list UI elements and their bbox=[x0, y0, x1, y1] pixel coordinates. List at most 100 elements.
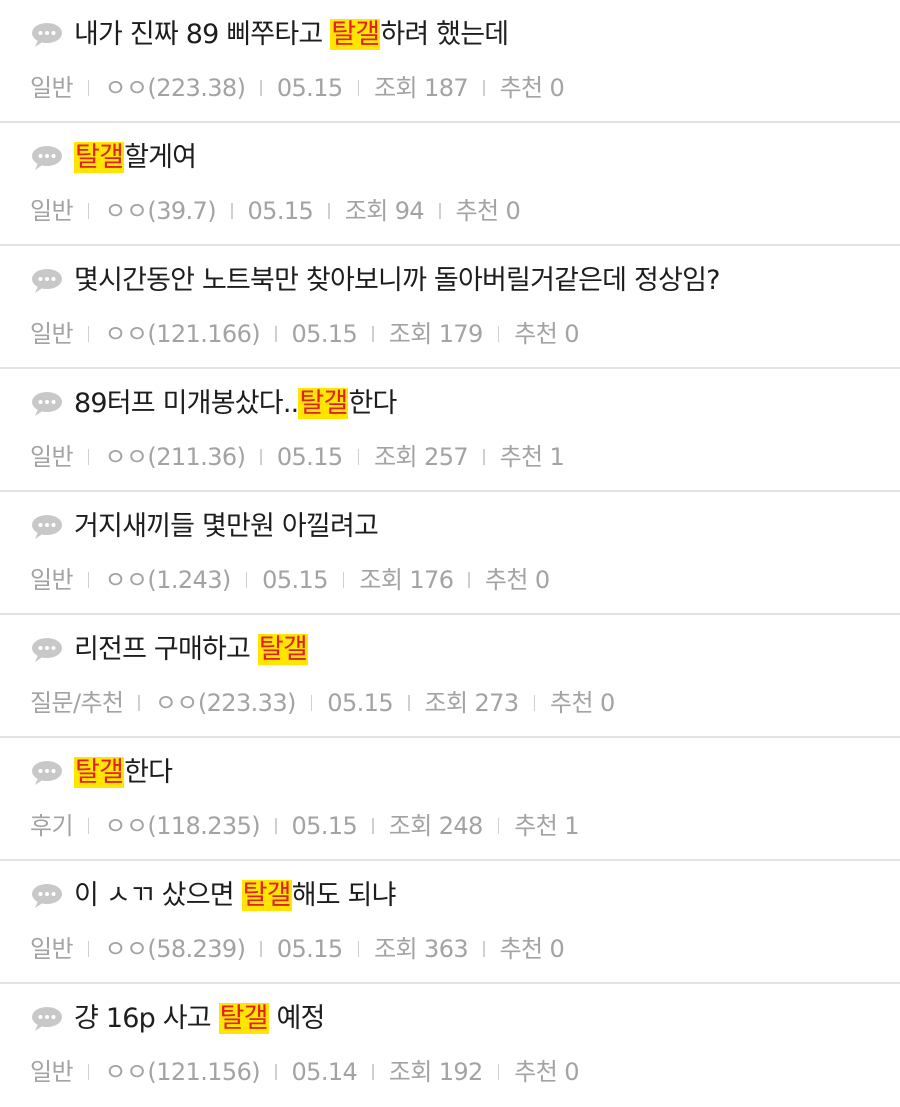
post-meta: 일반 ㅇㅇ(223.38) 05.15 조회 187 추천 0 bbox=[30, 72, 565, 104]
post-title-text: 하려 했는데 bbox=[380, 19, 509, 50]
post-title-row[interactable]: 내가 진짜 89 삐쭈타고 탈갤하려 했는데 bbox=[30, 17, 509, 53]
meta-divider bbox=[87, 203, 90, 219]
post-recommend: 추천 1 bbox=[499, 443, 565, 471]
speech-bubble-icon bbox=[32, 392, 62, 416]
highlight-keyword: 탈갤 bbox=[298, 388, 349, 419]
meta-divider bbox=[497, 1064, 500, 1080]
post-author[interactable]: ㅇㅇ(223.38) bbox=[104, 72, 245, 104]
meta-divider bbox=[372, 1064, 374, 1080]
meta-divider bbox=[439, 203, 441, 219]
meta-divider bbox=[357, 941, 360, 957]
post-author[interactable]: ㅇㅇ(118.235) bbox=[104, 810, 260, 842]
post-list-item[interactable]: 거지새끼들 몇만원 아낄려고 일반 ㅇㅇ(1.243) 05.15 조회 176… bbox=[0, 492, 900, 615]
post-recommend: 추천 0 bbox=[484, 566, 550, 594]
post-category: 후기 bbox=[30, 812, 74, 840]
post-title-row[interactable]: 이 ㅅㄲ 샀으면 탈갤해도 되냐 bbox=[30, 878, 396, 914]
post-list-item[interactable]: 탈갤한다 후기 ㅇㅇ(118.235) 05.15 조회 248 추천 1 bbox=[0, 738, 900, 861]
highlight-keyword: 탈갤 bbox=[74, 142, 125, 173]
post-date: 05.15 bbox=[276, 443, 343, 471]
meta-divider bbox=[372, 818, 374, 834]
post-author[interactable]: ㅇㅇ(121.166) bbox=[104, 318, 260, 350]
post-title-row[interactable]: 리전프 구매하고 탈갤 bbox=[30, 632, 308, 668]
post-category: 일반 bbox=[30, 935, 74, 963]
meta-divider bbox=[138, 695, 140, 711]
meta-divider bbox=[87, 941, 90, 957]
post-author[interactable]: ㅇㅇ(1.243) bbox=[104, 564, 231, 596]
post-date: 05.15 bbox=[276, 74, 343, 102]
post-author[interactable]: ㅇㅇ(39.7) bbox=[104, 195, 216, 227]
speech-bubble-icon bbox=[32, 146, 62, 170]
post-title-row[interactable]: 거지새끼들 몇만원 아낄려고 bbox=[30, 509, 379, 545]
post-title-row[interactable]: 탈갤할게여 bbox=[30, 140, 197, 176]
post-list-item[interactable]: 몇시간동안 노트북만 찾아보니까 돌아버릴거같은데 정상임? 일반 ㅇㅇ(121… bbox=[0, 246, 900, 369]
meta-divider bbox=[483, 941, 485, 957]
meta-divider bbox=[310, 695, 313, 711]
post-title[interactable]: 이 ㅅㄲ 샀으면 탈갤해도 되냐 bbox=[74, 878, 396, 914]
meta-divider bbox=[357, 449, 360, 465]
post-list-item[interactable]: 이 ㅅㄲ 샀으면 탈갤해도 되냐 일반 ㅇㅇ(58.239) 05.15 조회 … bbox=[0, 861, 900, 984]
post-title-text: 몇시간동안 노트북만 찾아보니까 돌아버릴거같은데 정상임? bbox=[74, 265, 720, 296]
post-title[interactable]: 몇시간동안 노트북만 찾아보니까 돌아버릴거같은데 정상임? bbox=[74, 263, 720, 299]
post-author[interactable]: ㅇㅇ(223.33) bbox=[155, 687, 296, 719]
meta-divider bbox=[483, 449, 485, 465]
meta-divider bbox=[483, 80, 485, 96]
post-list-item[interactable]: 리전프 구매하고 탈갤 질문/추천 ㅇㅇ(223.33) 05.15 조회 27… bbox=[0, 615, 900, 738]
post-views: 조회 192 bbox=[388, 1058, 484, 1086]
meta-divider bbox=[260, 449, 262, 465]
highlight-keyword: 탈갤 bbox=[218, 1003, 269, 1034]
post-title[interactable]: 탈갤한다 bbox=[74, 755, 173, 791]
meta-divider bbox=[245, 572, 248, 588]
post-date: 05.15 bbox=[291, 812, 358, 840]
post-title-text: 이 ㅅㄲ 샀으면 bbox=[74, 880, 242, 911]
meta-divider bbox=[87, 80, 90, 96]
post-list-item[interactable]: 내가 진짜 89 삐쭈타고 탈갤하려 했는데 일반 ㅇㅇ(223.38) 05.… bbox=[0, 0, 900, 123]
post-recommend: 추천 0 bbox=[499, 935, 565, 963]
post-title-text: 할게여 bbox=[124, 142, 197, 173]
post-title[interactable]: 리전프 구매하고 탈갤 bbox=[74, 632, 308, 668]
meta-divider bbox=[275, 818, 277, 834]
post-date: 05.15 bbox=[327, 689, 393, 717]
post-category: 일반 bbox=[30, 197, 74, 225]
meta-divider bbox=[87, 449, 90, 465]
post-title[interactable]: 내가 진짜 89 삐쭈타고 탈갤하려 했는데 bbox=[74, 17, 509, 53]
post-author[interactable]: ㅇㅇ(121.156) bbox=[104, 1056, 260, 1088]
post-meta: 일반 ㅇㅇ(121.156) 05.14 조회 192 추천 0 bbox=[30, 1056, 580, 1088]
speech-bubble-icon bbox=[32, 638, 62, 662]
meta-divider bbox=[87, 818, 90, 834]
post-recommend: 추천 0 bbox=[514, 1058, 579, 1086]
post-date: 05.15 bbox=[276, 935, 343, 963]
post-recommend: 추천 0 bbox=[550, 689, 615, 717]
meta-divider bbox=[231, 203, 233, 219]
post-recommend: 추천 0 bbox=[514, 320, 579, 348]
meta-divider bbox=[260, 941, 262, 957]
post-title[interactable]: 걍 16p 사고 탈갤 예정 bbox=[74, 1001, 325, 1037]
post-recommend: 추천 1 bbox=[514, 812, 579, 840]
meta-divider bbox=[408, 695, 410, 711]
post-date: 05.15 bbox=[291, 320, 358, 348]
meta-divider bbox=[468, 572, 470, 588]
post-meta: 질문/추천 ㅇㅇ(223.33) 05.15 조회 273 추천 0 bbox=[30, 687, 615, 719]
post-list-item[interactable]: 89터프 미개봉샀다..탈갤한다 일반 ㅇㅇ(211.36) 05.15 조회 … bbox=[0, 369, 900, 492]
post-list-item[interactable]: 걍 16p 사고 탈갤 예정 일반 ㅇㅇ(121.156) 05.14 조회 1… bbox=[0, 984, 900, 1107]
post-list-item[interactable]: 탈갤할게여 일반 ㅇㅇ(39.7) 05.15 조회 94 추천 0 bbox=[0, 123, 900, 246]
post-title-text: 89터프 미개봉샀다.. bbox=[74, 388, 299, 419]
meta-divider bbox=[342, 572, 345, 588]
post-title-row[interactable]: 89터프 미개봉샀다..탈갤한다 bbox=[30, 386, 397, 422]
meta-divider bbox=[497, 326, 500, 342]
post-title[interactable]: 탈갤할게여 bbox=[74, 140, 197, 176]
post-author[interactable]: ㅇㅇ(211.36) bbox=[104, 441, 245, 473]
post-title[interactable]: 89터프 미개봉샀다..탈갤한다 bbox=[74, 386, 397, 422]
speech-bubble-icon bbox=[32, 515, 62, 539]
post-category: 일반 bbox=[30, 566, 74, 594]
post-meta: 일반 ㅇㅇ(39.7) 05.15 조회 94 추천 0 bbox=[30, 195, 521, 227]
post-views: 조회 248 bbox=[388, 812, 484, 840]
post-meta: 일반 ㅇㅇ(211.36) 05.15 조회 257 추천 1 bbox=[30, 441, 565, 473]
meta-divider bbox=[372, 326, 374, 342]
post-title[interactable]: 거지새끼들 몇만원 아낄려고 bbox=[74, 509, 379, 545]
post-title-row[interactable]: 걍 16p 사고 탈갤 예정 bbox=[30, 1001, 325, 1037]
post-author[interactable]: ㅇㅇ(58.239) bbox=[104, 933, 245, 965]
post-title-row[interactable]: 탈갤한다 bbox=[30, 755, 173, 791]
post-title-text: 예정 bbox=[268, 1003, 325, 1034]
speech-bubble-icon bbox=[32, 761, 62, 785]
post-title-row[interactable]: 몇시간동안 노트북만 찾아보니까 돌아버릴거같은데 정상임? bbox=[30, 263, 720, 299]
